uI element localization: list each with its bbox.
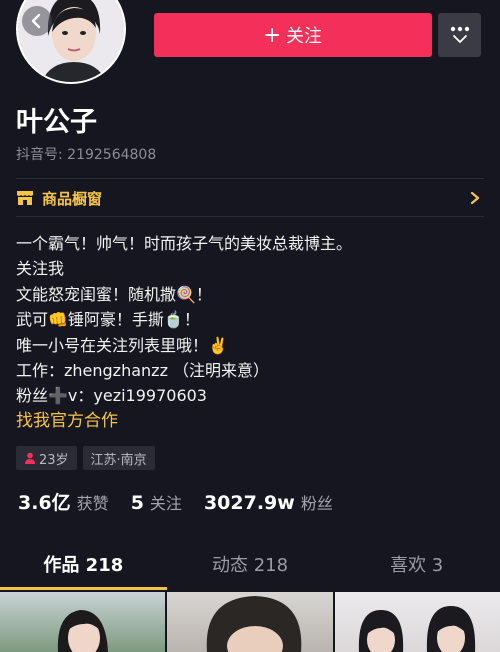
chevron-right-icon [470,191,480,205]
content-tabs: 作品 218 动态 218 喜欢 3 [0,548,500,590]
video-grid [0,592,500,652]
bio-line: 文能怒宠闺蜜！随机撒🍭！ [16,284,212,304]
chevron-down-icon [452,35,467,43]
following-count[interactable]: 5 [131,492,144,514]
follow-button-label: 关注 [286,26,322,47]
video-thumbnail-image [358,606,475,652]
bio-line: 粉丝➕v：yezi19970603 [16,386,207,406]
tab-dynamics[interactable]: 动态 218 [167,548,334,588]
profile-stats: 3.6亿 获赞 5 关注 3027.9w 粉丝 [18,488,349,515]
official-cooperation-link[interactable]: 找我官方合作 [16,409,352,434]
video-thumbnail-image [57,610,108,652]
age-label: 23岁 [39,452,69,468]
back-button[interactable] [22,6,52,36]
bio-line: 一个霸气！帅气！时而孩子气的美妆总裁博主。 [16,234,353,253]
more-dots-icon [450,26,469,32]
profile-name: 叶公子 [16,107,97,138]
plus-icon [265,28,279,42]
likes-label: 获赞 [76,494,109,513]
tab-likes[interactable]: 喜欢 3 [333,548,500,588]
bio-line: 关注我 [16,259,65,279]
profile-tags: 23岁 江苏·南京 [16,446,155,470]
followers-label[interactable]: 粉丝 [301,490,333,514]
divider [16,178,484,179]
age-tag: 23岁 [16,446,77,470]
likes-count: 3.6亿 [18,492,71,514]
bio-line: 工作：zhengzhanzz （注明来意） [16,360,270,380]
shop-window-row[interactable]: 商品橱窗 [16,180,484,216]
shop-icon [17,191,33,205]
back-arrow-icon [31,13,41,29]
female-icon [25,452,35,464]
followers-count[interactable]: 3027.9w [204,492,295,514]
more-button[interactable] [438,13,481,57]
bio-line: 武可👊锤阿豪！手撕🍵！ [16,310,200,330]
follow-button[interactable]: 关注 [154,13,432,57]
divider [16,216,484,217]
following-label[interactable]: 关注 [150,490,182,514]
location-label: 江苏·南京 [90,452,147,468]
video-thumbnail[interactable] [0,592,166,652]
bio-line: 唯一小号在关注列表里哦！✌️ [16,335,228,355]
shop-window-label: 商品橱窗 [42,189,103,208]
video-thumbnail-image [207,596,302,652]
location-tag: 江苏·南京 [82,446,155,470]
bio: 一个霸气！帅气！时而孩子气的美妆总裁博主。 关注我 文能怒宠闺蜜！随机撒🍭！ 武… [16,231,352,434]
video-thumbnail[interactable] [167,592,333,652]
douyin-id: 抖音号: 2192564808 [16,147,157,163]
tab-works[interactable]: 作品 218 [0,548,167,590]
video-thumbnail[interactable] [334,592,500,652]
